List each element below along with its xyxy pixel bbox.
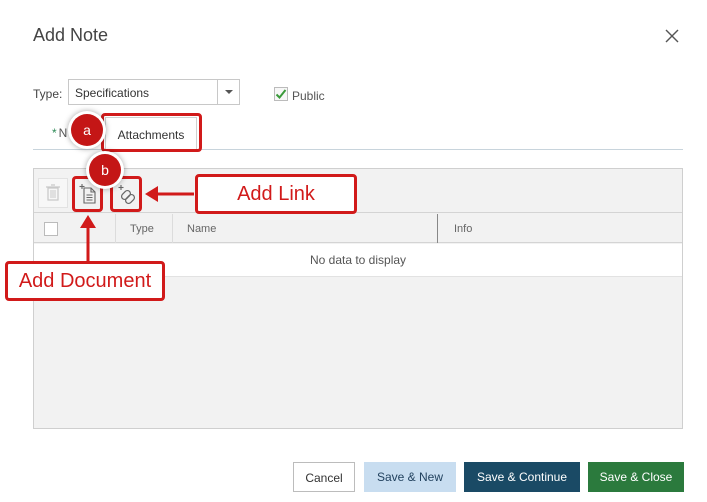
add-document-callout: Add Document — [5, 261, 165, 301]
add-link-callout: Add Link — [195, 174, 357, 214]
save-and-continue-button[interactable]: Save & Continue — [464, 462, 580, 492]
column-header-name[interactable]: Name — [187, 223, 216, 235]
dialog-title: Add Note — [33, 25, 109, 45]
column-divider — [115, 214, 116, 243]
attachments-tab-highlight — [101, 113, 202, 152]
type-select-value: Specifications — [75, 86, 150, 100]
delete-button[interactable] — [38, 178, 68, 208]
chevron-down-icon — [225, 90, 233, 94]
close-icon — [665, 29, 679, 43]
select-all-checkbox[interactable] — [44, 222, 58, 236]
column-header-type[interactable]: Type — [130, 223, 154, 235]
tab-notes[interactable]: * N — [52, 126, 67, 140]
public-label: Public — [292, 89, 325, 103]
checkmark-icon — [275, 89, 287, 99]
column-resize-handle[interactable] — [437, 214, 438, 243]
type-select-toggle[interactable] — [217, 80, 239, 104]
callout-badge-b: b — [89, 154, 121, 186]
callout-badge-a: a — [71, 114, 103, 146]
close-button[interactable] — [660, 24, 684, 48]
type-label: Type: — [33, 87, 63, 101]
required-marker: * — [52, 126, 57, 140]
column-header-info[interactable]: Info — [454, 223, 472, 235]
add-note-dialog: Add Note Type: Specifications Public * N … — [0, 0, 707, 502]
grid-header: Type Name Info — [34, 214, 682, 243]
cancel-button[interactable]: Cancel — [293, 462, 355, 492]
public-checkbox[interactable] — [274, 87, 288, 101]
column-divider — [172, 214, 173, 243]
save-and-new-button[interactable]: Save & New — [364, 462, 456, 492]
type-select[interactable]: Specifications — [68, 79, 240, 105]
tab-notes-label: N — [58, 126, 68, 140]
save-and-close-button[interactable]: Save & Close — [588, 462, 684, 492]
trash-icon — [46, 184, 60, 201]
